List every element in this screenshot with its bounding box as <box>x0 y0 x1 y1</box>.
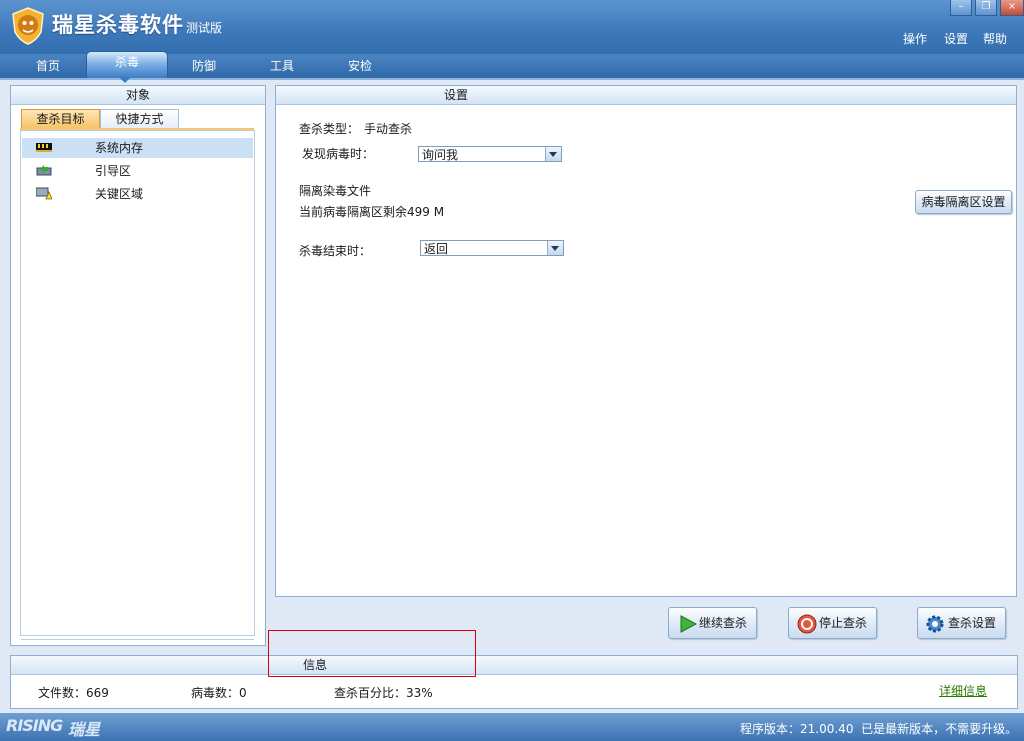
brand-rising: RISING <box>6 716 63 735</box>
chevron-down-icon[interactable] <box>547 241 563 255</box>
target-item-label: 关键区域 <box>95 187 144 201</box>
scan-end-select[interactable]: 返回 <box>420 240 564 256</box>
menu-operations[interactable]: 操作 <box>903 30 927 47</box>
info-panel: 信息 <box>10 655 1018 709</box>
file-count: 文件数：669 <box>38 686 109 700</box>
tab-security-check[interactable]: 安检 <box>332 58 388 78</box>
play-icon <box>680 615 697 633</box>
menu-settings[interactable]: 设置 <box>944 30 968 47</box>
settings-panel-title: 设置 <box>276 86 1016 105</box>
quarantine-remaining: 当前病毒隔离区剩余499 M <box>299 205 445 219</box>
close-button[interactable]: × <box>1000 0 1024 16</box>
scan-settings-button[interactable]: 查杀设置 <box>917 607 1006 639</box>
brand-rising-cn: 瑞星 <box>68 720 101 739</box>
continue-scan-button[interactable]: 继续查杀 <box>668 607 757 639</box>
scan-end-value: 返回 <box>424 242 449 256</box>
target-list <box>20 130 255 640</box>
stop-scan-button[interactable]: 停止查杀 <box>788 607 877 639</box>
settings-panel: 设置 <box>275 85 1017 597</box>
chevron-down-icon[interactable] <box>545 147 561 161</box>
scan-percentage: 查杀百分比：33% <box>334 686 433 700</box>
scan-type-label: 查杀类型： <box>299 122 360 136</box>
subtab-scan-targets[interactable]: 查杀目标 <box>21 109 100 129</box>
active-tab-pointer <box>119 77 131 83</box>
target-item-label: 系统内存 <box>95 141 144 155</box>
highlight-box <box>268 630 476 677</box>
tab-home[interactable]: 首页 <box>20 58 76 78</box>
boot-sector-icon <box>36 165 52 176</box>
scan-type-value: 手动查杀 <box>364 122 413 136</box>
app-title: 瑞星杀毒软件 <box>52 13 184 37</box>
target-item-label: 引导区 <box>95 164 132 178</box>
quarantine-settings-button[interactable]: 病毒隔离区设置 <box>915 190 1012 214</box>
critical-area-icon <box>36 187 52 200</box>
scan-end-label: 杀毒结束时： <box>299 244 372 258</box>
virus-found-label: 发现病毒时： <box>302 147 375 161</box>
info-panel-title: 信息 <box>11 656 1017 675</box>
target-item-critical-area[interactable]: 关键区域 <box>22 184 253 204</box>
continue-scan-label: 继续查杀 <box>699 616 748 630</box>
scan-settings-label: 查杀设置 <box>948 616 997 630</box>
tab-defense[interactable]: 防御 <box>176 58 232 78</box>
stop-icon <box>797 614 817 634</box>
target-list-divider <box>21 639 254 640</box>
rising-lion-logo-icon <box>12 7 44 45</box>
virus-count: 病毒数：0 <box>191 686 247 700</box>
target-item-boot-sector[interactable]: 引导区 <box>22 161 253 181</box>
virus-found-select[interactable]: 询问我 <box>418 146 562 162</box>
stop-scan-label: 停止查杀 <box>819 616 868 630</box>
details-link[interactable]: 详细信息 <box>939 682 987 699</box>
tab-tools[interactable]: 工具 <box>254 58 310 78</box>
gear-icon <box>926 615 944 633</box>
memory-chip-icon <box>36 143 52 152</box>
virus-found-value: 询问我 <box>422 148 459 162</box>
subtab-shortcuts[interactable]: 快捷方式 <box>100 109 179 129</box>
quarantine-title: 隔离染毒文件 <box>299 184 372 198</box>
target-item-system-memory[interactable]: 系统内存 <box>22 138 253 158</box>
minimize-button[interactable]: – <box>950 0 972 16</box>
target-panel-title: 对象 <box>11 86 265 105</box>
restore-button[interactable]: ❐ <box>975 0 997 16</box>
menu-help[interactable]: 帮助 <box>983 30 1007 47</box>
app-edition: 测试版 <box>186 21 223 35</box>
version-info: 程序版本：21.00.40 已是最新版本，不需要升级。 <box>740 722 1018 736</box>
tab-antivirus[interactable]: 杀毒 <box>86 51 168 78</box>
